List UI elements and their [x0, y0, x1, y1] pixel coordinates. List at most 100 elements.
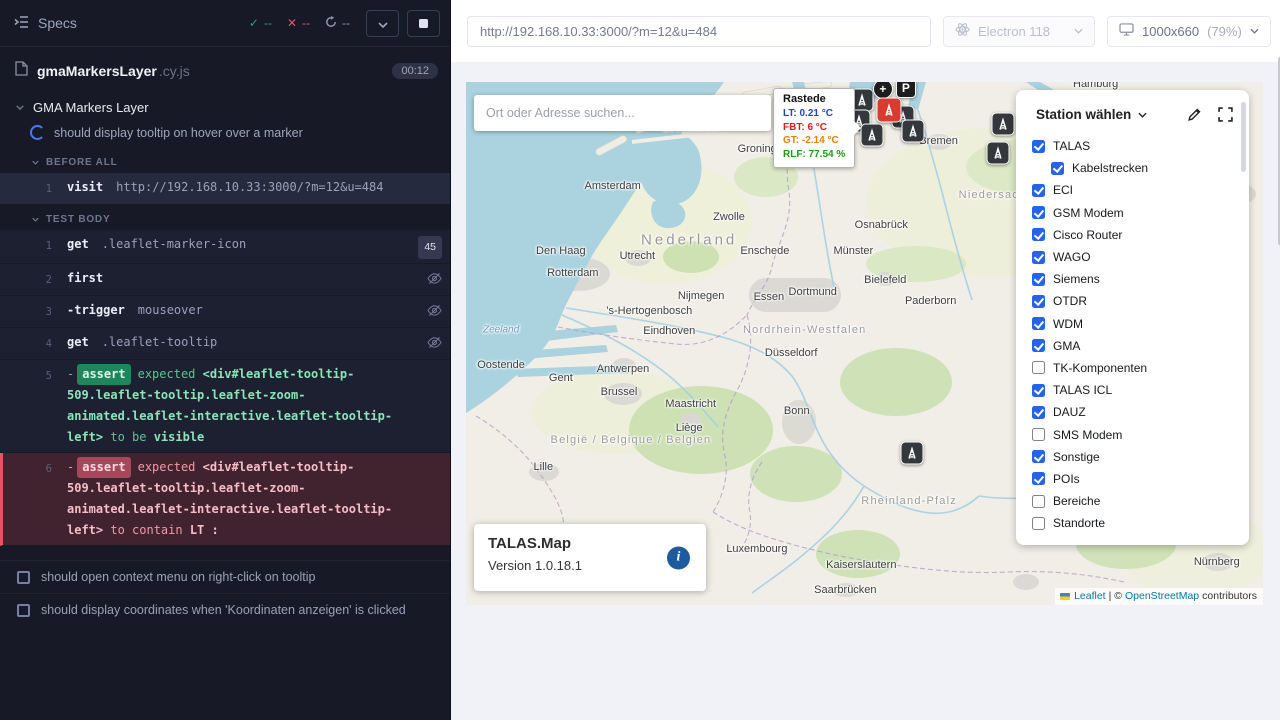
- map-label: Rheinland-Pfalz: [861, 495, 957, 507]
- url-input[interactable]: http://192.168.10.33:3000/?m=12&u=484: [467, 16, 931, 47]
- test-title: should display tooltip on hover over a m…: [54, 126, 303, 140]
- station-checkbox[interactable]: [1032, 495, 1045, 508]
- station-item[interactable]: Sonstige: [1032, 446, 1249, 468]
- specs-button[interactable]: Specs: [14, 15, 77, 31]
- command-content: get.leaflet-tooltip: [67, 332, 412, 355]
- station-item[interactable]: GMA: [1032, 335, 1249, 357]
- element-count-badge: 45: [418, 236, 442, 259]
- map-label: Nederland: [641, 231, 737, 248]
- command-row[interactable]: 2first: [0, 264, 450, 296]
- station-marker[interactable]: [987, 142, 1010, 165]
- station-checkbox[interactable]: [1032, 273, 1045, 286]
- station-item[interactable]: Kabelstrecken: [1032, 157, 1249, 179]
- station-item[interactable]: WDM: [1032, 313, 1249, 335]
- station-item[interactable]: Standorte: [1032, 512, 1249, 534]
- station-item[interactable]: DAUZ: [1032, 401, 1249, 423]
- spec-name[interactable]: gmaMarkersLayer: [37, 63, 157, 79]
- hidden-eye-icon: [427, 272, 442, 285]
- station-label: GMA: [1053, 339, 1080, 353]
- command-row[interactable]: 3-triggermouseover: [0, 296, 450, 328]
- section-before-all[interactable]: BEFORE ALL: [0, 148, 450, 173]
- browser-select[interactable]: Electron 118: [943, 16, 1095, 47]
- stop-button[interactable]: [407, 10, 440, 37]
- map-label: Bonn: [784, 405, 810, 417]
- station-checkbox[interactable]: [1032, 384, 1045, 397]
- chevron-down-icon[interactable]: [1138, 112, 1147, 118]
- station-checkbox[interactable]: [1032, 228, 1045, 241]
- leaflet-map[interactable]: HamburgLeeuwardenGroningenAmsterdamBreme…: [466, 82, 1263, 605]
- active-test-row[interactable]: should display tooltip on hover over a m…: [0, 121, 450, 148]
- station-item[interactable]: POIs: [1032, 468, 1249, 490]
- map-label: Maastricht: [665, 398, 716, 410]
- suite-title-row[interactable]: GMA Markers Layer: [0, 93, 450, 121]
- fullscreen-icon[interactable]: [1218, 107, 1233, 122]
- panel-scrollbar[interactable]: [1241, 102, 1246, 172]
- station-label: ECI: [1053, 183, 1073, 197]
- search-input[interactable]: [474, 106, 771, 120]
- station-checkbox[interactable]: [1032, 428, 1045, 441]
- info-button[interactable]: i: [667, 546, 690, 569]
- station-checkbox[interactable]: [1051, 162, 1064, 175]
- station-item[interactable]: TK-Komponenten: [1032, 357, 1249, 379]
- edit-pencil-icon[interactable]: [1187, 107, 1202, 122]
- station-checkbox[interactable]: [1032, 472, 1045, 485]
- pending-test-row[interactable]: should open context menu on right-click …: [0, 560, 450, 593]
- command-number: 1: [0, 177, 67, 200]
- map-attribution: Leaflet | © OpenStreetMap contributors: [1055, 588, 1263, 605]
- x-stat[interactable]: ✕--: [287, 16, 310, 30]
- command-row[interactable]: 1get.leaflet-marker-icon45: [0, 230, 450, 264]
- leaflet-link[interactable]: Leaflet: [1074, 590, 1106, 602]
- station-item[interactable]: WAGO: [1032, 246, 1249, 268]
- station-checkbox[interactable]: [1032, 406, 1045, 419]
- refresh-stat[interactable]: --: [325, 16, 350, 30]
- station-item[interactable]: ECI: [1032, 179, 1249, 201]
- station-checkbox[interactable]: [1032, 295, 1045, 308]
- p-marker-control[interactable]: P: [896, 82, 916, 98]
- station-item[interactable]: Bereiche: [1032, 490, 1249, 512]
- hidden-eye-icon: [427, 304, 442, 317]
- check-stat[interactable]: ✓--: [249, 16, 272, 30]
- station-marker[interactable]: [992, 112, 1015, 135]
- station-checkbox[interactable]: [1032, 140, 1045, 153]
- assert-chip: assert: [77, 364, 130, 385]
- station-item[interactable]: SMS Modem: [1032, 423, 1249, 445]
- highlighted-station-marker[interactable]: [877, 98, 902, 123]
- station-checkbox[interactable]: [1032, 317, 1045, 330]
- command-row[interactable]: 5-assertexpected <div#leaflet-tooltip-50…: [0, 360, 450, 453]
- station-checkbox[interactable]: [1032, 206, 1045, 219]
- command-row[interactable]: 1visithttp://192.168.10.33:3000/?m=12&u=…: [0, 173, 450, 205]
- station-marker[interactable]: [860, 123, 883, 146]
- tooltip-rows: LT: 0.21 °CFBT: 6 °CGT: -2.14 °CRLF: 77.…: [783, 107, 845, 161]
- map-label: Utrecht: [620, 250, 655, 262]
- viewport-select[interactable]: 1000x660 (79%): [1107, 16, 1271, 47]
- station-checkbox[interactable]: [1032, 450, 1045, 463]
- section-test-body[interactable]: TEST BODY: [0, 205, 450, 230]
- station-item[interactable]: OTDR: [1032, 290, 1249, 312]
- station-item[interactable]: Siemens: [1032, 268, 1249, 290]
- station-checkbox[interactable]: [1032, 251, 1045, 264]
- station-label: Siemens: [1053, 272, 1100, 286]
- station-marker[interactable]: [902, 120, 925, 143]
- command-content: first: [67, 268, 412, 291]
- reporter-stats: ✓-- ✕-- --: [249, 16, 350, 30]
- command-row[interactable]: 4get.leaflet-tooltip: [0, 328, 450, 360]
- station-checkbox[interactable]: [1032, 339, 1045, 352]
- station-checkbox[interactable]: [1032, 361, 1045, 374]
- command-row[interactable]: 6-assertexpected <div#leaflet-tooltip-50…: [0, 453, 450, 546]
- station-checkbox[interactable]: [1032, 517, 1045, 530]
- x-icon: ✕: [287, 17, 297, 29]
- aut-pane: http://192.168.10.33:3000/?m=12&u=484 El…: [451, 0, 1280, 720]
- station-item[interactable]: GSM Modem: [1032, 202, 1249, 224]
- station-item[interactable]: TALAS ICL: [1032, 379, 1249, 401]
- command-message: .leaflet-marker-icon: [102, 237, 247, 251]
- osm-link[interactable]: OpenStreetMap: [1125, 590, 1199, 602]
- pending-test-row[interactable]: should display coordinates when 'Koordin…: [0, 593, 450, 626]
- station-item[interactable]: TALAS: [1032, 135, 1249, 157]
- station-item[interactable]: Cisco Router: [1032, 224, 1249, 246]
- station-select[interactable]: Station wählen: [1036, 107, 1131, 122]
- station-checkbox[interactable]: [1032, 184, 1045, 197]
- tooltip-measurement: LT: 0.21 °C: [783, 107, 845, 121]
- collapse-button[interactable]: [366, 10, 399, 37]
- chevron-down-icon: [1250, 28, 1259, 34]
- station-marker[interactable]: [901, 441, 924, 464]
